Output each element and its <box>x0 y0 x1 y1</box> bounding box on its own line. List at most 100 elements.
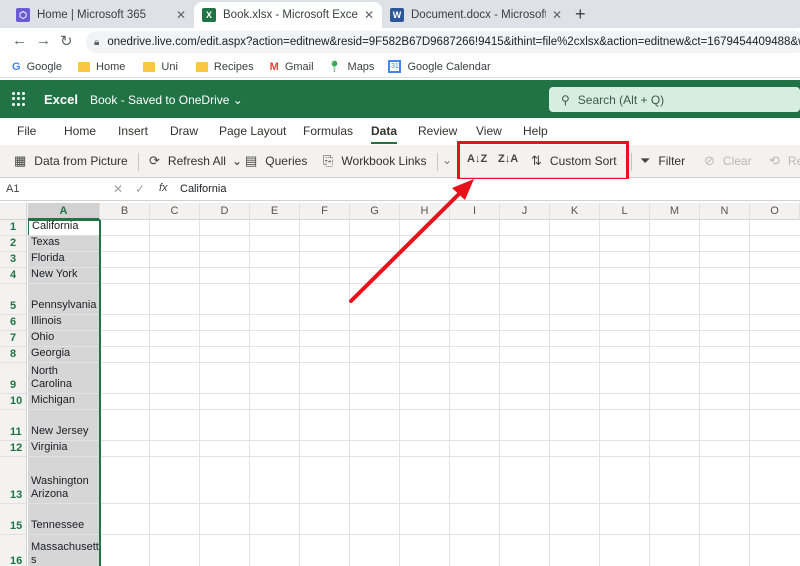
cell-a2[interactable]: Texas <box>28 236 100 252</box>
cell-a16[interactable]: Massachusetts <box>28 535 100 566</box>
back-icon[interactable]: ← <box>12 32 27 49</box>
clear-button[interactable]: ⊘ Clear <box>704 153 752 169</box>
data-from-picture-button[interactable]: ▦ Data from Picture <box>14 153 128 169</box>
refresh-all-button[interactable]: ⟳ Refresh All ⌄ <box>149 153 242 169</box>
tab-review[interactable]: Review <box>418 124 457 138</box>
tab-formulas[interactable]: Formulas <box>303 124 353 138</box>
cell-a5[interactable]: Pennsylvania <box>28 284 100 315</box>
reapply-button[interactable]: ⟲ Re <box>769 153 800 169</box>
gridline <box>27 346 800 347</box>
row-header[interactable]: 8 <box>0 347 27 363</box>
bookmark-gmail[interactable]: M Gmail <box>270 61 314 73</box>
new-tab-icon[interactable]: + <box>575 4 586 25</box>
column-header-o[interactable]: O <box>750 203 800 220</box>
cell-a10[interactable]: Michigan <box>28 394 100 410</box>
queries-button[interactable]: ▤ Queries <box>245 153 307 169</box>
tab-view[interactable]: View <box>476 124 502 138</box>
app-launcher-icon[interactable] <box>12 92 26 106</box>
tab-word[interactable]: W Document.docx - Microsoft Word ✕ <box>382 2 570 28</box>
tab-title: Document.docx - Microsoft Word <box>411 9 546 21</box>
cell-a7[interactable]: Ohio <box>28 331 100 347</box>
column-header-d[interactable]: D <box>200 203 250 220</box>
clear-filter-icon: ⊘ <box>704 153 715 168</box>
column-header-m[interactable]: M <box>650 203 700 220</box>
column-header-a[interactable]: A <box>28 203 100 220</box>
filter-button[interactable]: ⏷ Filter <box>640 153 685 169</box>
address-bar-row: ← → ↻ 🔒︎ onedrive.live.com/edit.aspx?act… <box>0 28 800 56</box>
row-header[interactable]: 7 <box>0 331 27 347</box>
formula-input[interactable]: California <box>180 183 226 195</box>
tab-home[interactable]: Home <box>64 124 96 138</box>
tab-insert[interactable]: Insert <box>118 124 148 138</box>
row-header[interactable]: 1 <box>0 220 27 236</box>
bookmark-uni[interactable]: Uni <box>143 61 178 73</box>
more-options-chevron-icon[interactable]: ⌄ <box>442 153 452 167</box>
cell-a3[interactable]: Florida <box>28 252 100 268</box>
row-header[interactable]: 5 <box>0 284 27 315</box>
column-header-h[interactable]: H <box>400 203 450 220</box>
bookmark-home[interactable]: Home <box>78 61 125 73</box>
tab-microsoft-365[interactable]: ⬡ Home | Microsoft 365 ✕ <box>8 2 194 28</box>
bookmark-google-calendar[interactable]: 31 Google Calendar <box>388 60 491 73</box>
button-label: Queries <box>265 154 308 168</box>
search-input[interactable]: ⚲ Search (Alt + Q) <box>549 87 800 112</box>
row-header[interactable]: 2 <box>0 236 27 252</box>
queries-icon: ▤ <box>245 153 258 168</box>
tab-file[interactable]: File <box>17 124 36 138</box>
picture-table-icon: ▦ <box>14 153 27 168</box>
row-header[interactable]: 4 <box>0 268 27 284</box>
tab-data[interactable]: Data <box>371 124 398 144</box>
cell-a8[interactable]: Georgia <box>28 347 100 363</box>
column-header-l[interactable]: L <box>600 203 650 220</box>
cell-a11[interactable]: New Jersey <box>28 410 100 441</box>
forward-icon[interactable]: → <box>36 32 51 49</box>
bookmark-google[interactable]: G Google <box>12 61 62 73</box>
reload-icon[interactable]: ↻ <box>60 32 73 50</box>
maps-pin-icon: 📍︎ <box>327 61 342 73</box>
close-icon[interactable]: ✕ <box>552 8 562 22</box>
tab-draw[interactable]: Draw <box>170 124 198 138</box>
cancel-icon[interactable]: ✕ <box>113 182 123 196</box>
cell-a1[interactable]: California <box>28 220 100 236</box>
column-header-i[interactable]: I <box>450 203 500 220</box>
column-header-f[interactable]: F <box>300 203 350 220</box>
row-header[interactable]: 15 <box>0 504 27 535</box>
cell-a13[interactable]: Washington Arizona <box>28 457 100 504</box>
row-header[interactable]: 3 <box>0 252 27 268</box>
row-header[interactable]: 12 <box>0 441 27 457</box>
insert-function-icon[interactable]: fx <box>159 182 168 194</box>
cell-a4[interactable]: New York <box>28 268 100 284</box>
tab-page-layout[interactable]: Page Layout <box>219 124 286 138</box>
bookmark-recipes[interactable]: Recipes <box>195 61 254 73</box>
column-header-n[interactable]: N <box>700 203 750 220</box>
column-header-g[interactable]: G <box>350 203 400 220</box>
row-header[interactable]: 6 <box>0 315 27 331</box>
row-header[interactable]: 11 <box>0 410 27 441</box>
cell-a6[interactable]: Illinois <box>28 315 100 331</box>
tab-excel[interactable]: X Book.xlsx - Microsoft Excel Online ✕ <box>194 2 382 28</box>
spreadsheet-grid[interactable]: 1 California 2 Texas 3 Florida 4 New Yor… <box>0 220 800 566</box>
close-icon[interactable]: ✕ <box>364 8 374 22</box>
column-header-j[interactable]: J <box>500 203 550 220</box>
workbook-links-button[interactable]: ⎘ Workbook Links <box>323 153 427 169</box>
row-header[interactable]: 13 <box>0 457 27 504</box>
select-all-corner[interactable] <box>0 203 27 220</box>
close-icon[interactable]: ✕ <box>176 8 186 22</box>
column-header-c[interactable]: C <box>150 203 200 220</box>
column-header-b[interactable]: B <box>100 203 150 220</box>
tab-help[interactable]: Help <box>523 124 548 138</box>
cell-a9[interactable]: North Carolina <box>28 363 100 394</box>
cell-a12[interactable]: Virginia <box>28 441 100 457</box>
name-box[interactable]: A1 <box>6 183 19 195</box>
enter-check-icon[interactable]: ✓ <box>135 182 145 196</box>
column-header-k[interactable]: K <box>550 203 600 220</box>
tab-title: Book.xlsx - Microsoft Excel Online <box>223 9 358 21</box>
url-input[interactable]: 🔒︎ onedrive.live.com/edit.aspx?action=ed… <box>86 31 800 53</box>
row-header[interactable]: 9 <box>0 363 27 394</box>
row-header[interactable]: 16 <box>0 535 27 566</box>
cell-a15[interactable]: Tennessee <box>28 504 100 535</box>
column-header-e[interactable]: E <box>250 203 300 220</box>
bookmark-maps[interactable]: 📍︎ Maps <box>327 60 375 74</box>
row-header[interactable]: 10 <box>0 394 27 410</box>
file-name-button[interactable]: Book - Saved to OneDrive ⌄ <box>90 93 243 107</box>
